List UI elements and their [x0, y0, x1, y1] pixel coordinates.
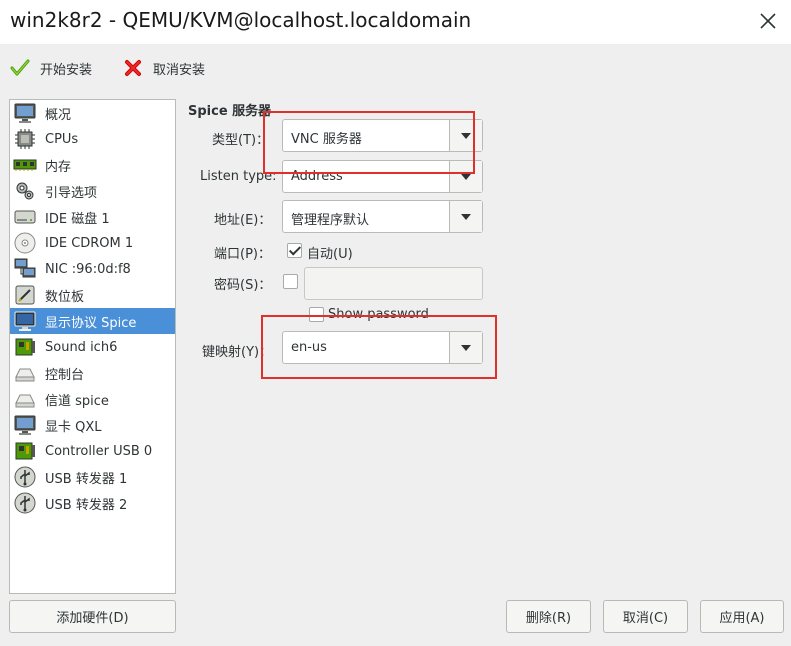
sidebar-item-label: 显卡 QXL — [45, 419, 102, 435]
port-auto-label: 自动(U) — [307, 247, 353, 262]
sidebar-item-label: 概况 — [45, 107, 72, 123]
boot-options-icon — [13, 179, 37, 203]
sidebar-item-label: 数位板 — [45, 289, 85, 305]
address-label: 地址(E)： — [214, 213, 272, 228]
remove-button[interactable]: 删除(R) — [506, 600, 591, 633]
network-icon — [13, 257, 37, 281]
sidebar-item[interactable]: IDE 磁盘 1 — [10, 204, 175, 230]
tablet-icon — [13, 283, 37, 307]
sidebar-item-label: 显示协议 Spice — [45, 315, 137, 331]
cancel-button[interactable]: 取消(C) — [603, 600, 688, 633]
sidebar-item-label: IDE CDROM 1 — [45, 235, 134, 251]
sidebar-item-label: 信道 spice — [45, 393, 109, 409]
sidebar-item-label: Sound ich6 — [45, 339, 118, 355]
sidebar-item-label: USB 转发器 1 — [45, 471, 128, 487]
cancel-x-icon — [125, 60, 141, 76]
sound-card-icon — [13, 335, 37, 359]
sidebar-item[interactable]: 控制台 — [10, 360, 175, 386]
sidebar-item-label: NIC :96:0d:f8 — [45, 261, 131, 277]
sidebar-item[interactable]: 数位板 — [10, 282, 175, 308]
highlight-box-keymap — [261, 315, 497, 379]
monitor-icon — [13, 101, 37, 125]
sidebar-item[interactable]: 显示协议 Spice — [10, 308, 175, 334]
sidebar-item-label: 引导选项 — [45, 185, 98, 201]
sidebar-item[interactable]: USB 转发器 2 — [10, 490, 175, 516]
sidebar-item[interactable]: 概况 — [10, 100, 175, 126]
sidebar-item-label: 控制台 — [45, 367, 85, 383]
sidebar-item-label: 内存 — [45, 159, 72, 175]
sidebar-item[interactable]: CPUs — [10, 126, 175, 152]
section-title: Spice 服务器 — [188, 104, 272, 119]
cancel-install-button[interactable]: 取消安装 — [123, 56, 205, 80]
begin-install-label: 开始安装 — [40, 62, 93, 78]
sidebar-item[interactable]: NIC :96:0d:f8 — [10, 256, 175, 282]
sidebar-item-label: IDE 磁盘 1 — [45, 211, 110, 227]
add-hardware-button[interactable]: 添加硬件(D) — [9, 600, 176, 633]
close-icon[interactable] — [757, 10, 779, 32]
type-label: 类型(T)： — [212, 133, 270, 148]
port-auto-checkbox[interactable] — [287, 243, 302, 258]
password-label: 密码(S)： — [214, 278, 272, 293]
usb-redirector-icon — [13, 465, 37, 489]
sidebar-item[interactable]: 显卡 QXL — [10, 412, 175, 438]
password-field[interactable] — [304, 267, 483, 300]
cdrom-icon — [13, 231, 37, 255]
window-title: win2k8r2 - QEMU/KVM@localhost.localdomai… — [10, 8, 472, 32]
checkmark-icon — [10, 59, 30, 76]
console-icon — [13, 361, 37, 385]
memory-icon — [13, 153, 37, 177]
address-combobox[interactable]: 管理程序默认 — [282, 200, 483, 233]
channel-icon — [13, 387, 37, 411]
sidebar-item-label: Controller USB 0 — [45, 443, 153, 459]
highlight-box-type — [263, 111, 475, 174]
usb-controller-icon — [13, 439, 37, 463]
disk-icon — [13, 205, 37, 229]
port-label: 端口(P)： — [214, 247, 271, 262]
begin-install-button[interactable]: 开始安装 — [10, 56, 92, 80]
video-card-icon — [13, 413, 37, 437]
sidebar-item[interactable]: IDE CDROM 1 — [10, 230, 175, 256]
chevron-down-icon[interactable] — [449, 201, 482, 232]
sidebar-item-label: CPUs — [45, 131, 79, 147]
sidebar-item[interactable]: 引导选项 — [10, 178, 175, 204]
title-bar: win2k8r2 - QEMU/KVM@localhost.localdomai… — [0, 0, 791, 44]
sidebar-item[interactable]: Sound ich6 — [10, 334, 175, 360]
sidebar-item[interactable]: USB 转发器 1 — [10, 464, 175, 490]
display-icon — [13, 309, 37, 333]
sidebar-item[interactable]: Controller USB 0 — [10, 438, 175, 464]
toolbar: 开始安装 取消安装 — [0, 44, 791, 90]
hardware-list: 概况 CPUs 内存引导选项 IDE 磁盘 1 IDE CDROM 1 NIC :96:0… — [9, 99, 176, 594]
sidebar-item[interactable]: 信道 spice — [10, 386, 175, 412]
cancel-install-label: 取消安装 — [153, 62, 206, 78]
usb-redirector-icon — [13, 491, 37, 515]
password-checkbox[interactable] — [283, 274, 298, 289]
sidebar-item-label: USB 转发器 2 — [45, 497, 128, 513]
address-value: 管理程序默认 — [291, 213, 370, 228]
cpu-icon — [13, 127, 37, 151]
apply-button[interactable]: 应用(A) — [700, 600, 784, 633]
sidebar-item[interactable]: 内存 — [10, 152, 175, 178]
